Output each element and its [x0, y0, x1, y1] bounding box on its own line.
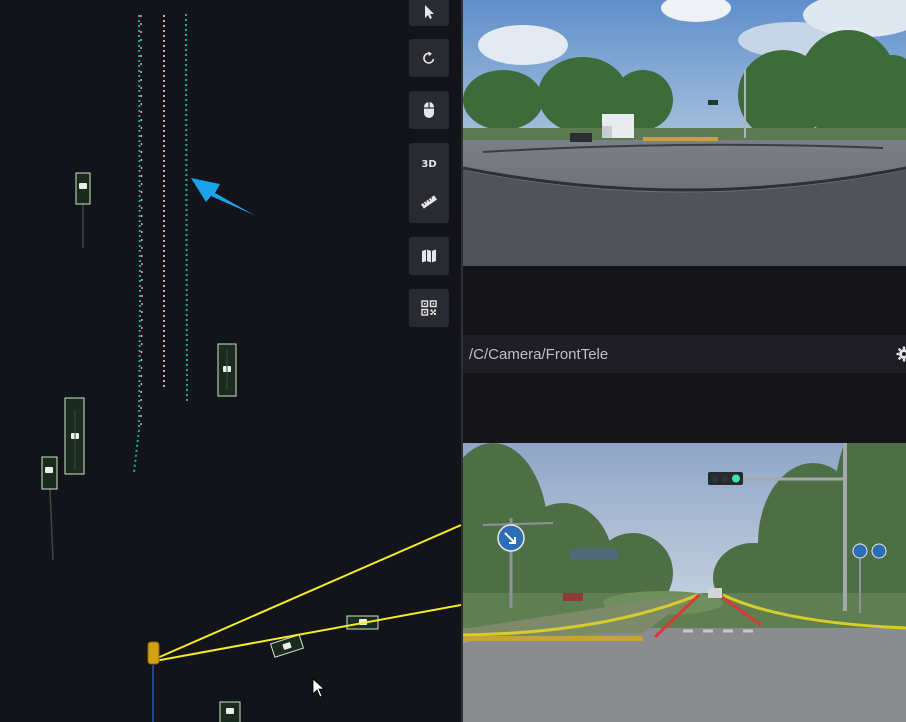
3d-icon: 3D: [421, 158, 437, 170]
select-tool-button[interactable]: [409, 0, 449, 26]
obstacle-vehicle[interactable]: [64, 397, 85, 475]
map-button[interactable]: [409, 237, 449, 275]
mouse-icon: [424, 102, 434, 118]
obstacle-vehicle[interactable]: [219, 701, 241, 722]
camera-frame: [463, 0, 906, 266]
camera-topic-title: /C/Camera/FrontTele: [469, 345, 609, 363]
lane-line-left: [133, 14, 143, 473]
scene-canvas: [41, 13, 461, 722]
qr-icon: [421, 300, 437, 316]
ruler-icon: [421, 195, 437, 209]
obstacle-vehicle[interactable]: [75, 172, 91, 248]
view-3d-button[interactable]: 3D: [421, 145, 436, 183]
cursor-icon: [425, 5, 434, 19]
scene-viewport[interactable]: 3D: [0, 0, 461, 722]
mouse-mode-button[interactable]: [409, 91, 449, 129]
ego-vehicle: [147, 641, 160, 722]
camera-frustum-lines: [154, 524, 461, 662]
reset-view-button[interactable]: [409, 39, 449, 77]
obstacle-vehicle[interactable]: [217, 343, 237, 397]
map-icon: [422, 249, 436, 263]
lane-line-right: [185, 13, 188, 403]
annotation-arrow: [191, 178, 256, 216]
obstacle-vehicle[interactable]: [41, 456, 58, 561]
qr-button[interactable]: [409, 289, 449, 327]
camera-frame: [463, 443, 906, 722]
rotate-icon: [423, 51, 435, 64]
measure-button[interactable]: [420, 183, 438, 221]
camera-panels: /C/Camera/FrontTele: [463, 0, 906, 722]
mouse-cursor: [312, 678, 326, 698]
view-measure-group: 3D: [409, 143, 449, 223]
camera-image-front-tele: [463, 443, 906, 722]
gear-icon[interactable]: [896, 346, 906, 362]
camera-image-front-wide: [463, 0, 906, 266]
camera-panel-header: /C/Camera/FrontTele: [463, 335, 906, 373]
